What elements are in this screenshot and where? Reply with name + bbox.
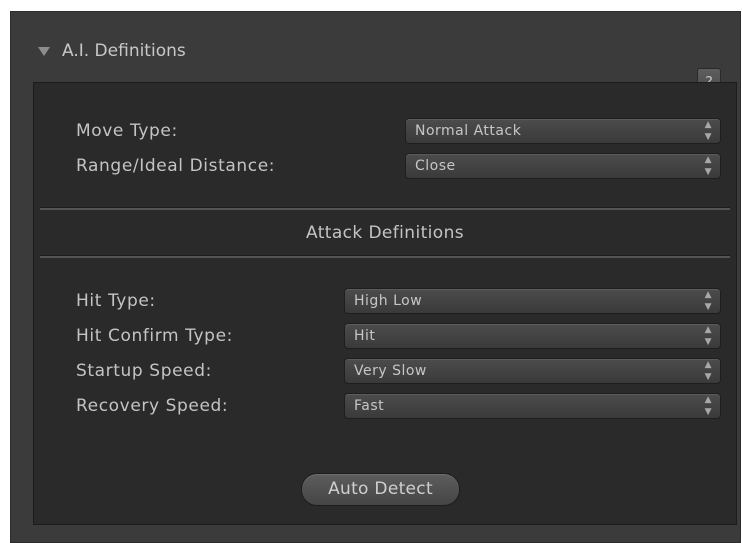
startup-speed-value: Very Slow xyxy=(354,363,427,379)
hit-type-value: High Low xyxy=(354,293,423,309)
hit-confirm-type-value: Hit xyxy=(354,328,376,344)
startup-speed-dropdown[interactable]: Very Slow ▲ ▼ xyxy=(344,358,721,384)
up-down-arrows-icon: ▲ ▼ xyxy=(704,120,712,142)
hit-confirm-type-label: Hit Confirm Type: xyxy=(76,326,233,346)
up-down-arrows-icon: ▲ ▼ xyxy=(704,290,712,312)
ai-definitions-panel: Move Type: Normal Attack ▲ ▼ Range/Ideal … xyxy=(33,82,737,525)
move-type-value: Normal Attack xyxy=(415,123,522,139)
up-down-arrows-icon: ▲ ▼ xyxy=(704,395,712,417)
hit-type-label: Hit Type: xyxy=(76,291,156,311)
hit-type-dropdown[interactable]: High Low ▲ ▼ xyxy=(344,288,721,314)
divider-top xyxy=(40,207,730,210)
range-ideal-distance-value: Close xyxy=(415,158,456,174)
attack-definitions-header: Attack Definitions xyxy=(305,223,465,243)
auto-detect-button[interactable]: Auto Detect xyxy=(301,473,460,506)
recovery-speed-dropdown[interactable]: Fast ▲ ▼ xyxy=(344,393,721,419)
move-type-dropdown[interactable]: Normal Attack ▲ ▼ xyxy=(405,118,721,144)
hit-confirm-type-dropdown[interactable]: Hit ▲ ▼ xyxy=(344,323,721,349)
triangle-down-icon[interactable] xyxy=(38,47,50,56)
range-ideal-distance-label: Range/Ideal Distance: xyxy=(76,156,276,176)
recovery-speed-value: Fast xyxy=(354,398,385,414)
recovery-speed-label: Recovery Speed: xyxy=(76,396,229,416)
move-type-label: Move Type: xyxy=(76,121,178,141)
divider-bottom xyxy=(40,255,730,258)
range-ideal-distance-dropdown[interactable]: Close ▲ ▼ xyxy=(405,153,721,179)
inspector-window: A.I. Definitions ? Move Type: Normal Att… xyxy=(10,11,741,543)
startup-speed-label: Startup Speed: xyxy=(76,361,212,381)
foldout-header[interactable]: A.I. Definitions xyxy=(10,11,741,81)
up-down-arrows-icon: ▲ ▼ xyxy=(704,325,712,347)
up-down-arrows-icon: ▲ ▼ xyxy=(704,360,712,382)
up-down-arrows-icon: ▲ ▼ xyxy=(704,155,712,177)
section-title: A.I. Definitions xyxy=(62,41,186,61)
